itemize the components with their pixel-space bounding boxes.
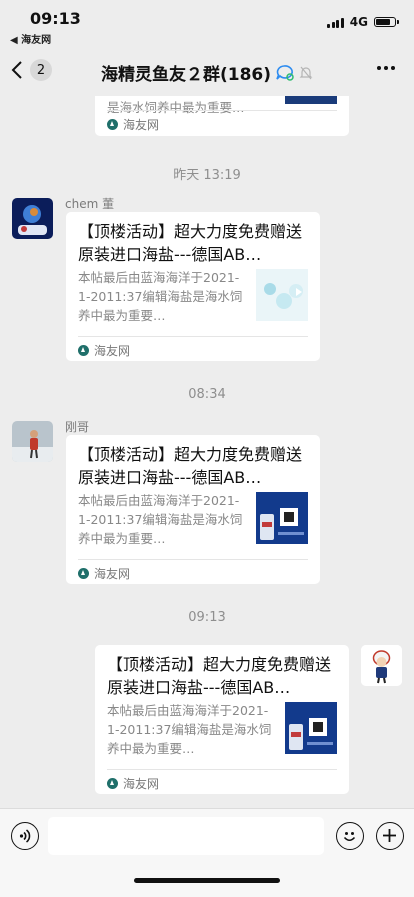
card-source: 海友网 (78, 565, 130, 582)
timestamp: 昨天 13:19 (173, 168, 241, 183)
input-bar (0, 808, 414, 897)
avatar-image (12, 421, 53, 462)
chat-bubble-icon (276, 64, 294, 81)
sender-name: chem 董 (65, 197, 115, 211)
timestamp: 08:34 (188, 387, 226, 402)
timestamp: 09:13 (188, 610, 226, 625)
emoji-button[interactable] (336, 822, 364, 850)
status-time: 09:13 (30, 9, 81, 28)
avatar[interactable] (12, 421, 53, 462)
status-icons: 4G (327, 15, 399, 29)
avatar-image (12, 198, 53, 239)
voice-icon (19, 829, 31, 843)
sender-name: 刚哥 (65, 420, 90, 434)
message-card[interactable]: 【顶楼活动】超大力度免费赠送原装进口海盐---德国AB… 本帖最后由蓝海海洋于2… (66, 435, 320, 584)
card-source-name: 海友网 (94, 344, 131, 358)
status-bar: 09:13 ◀ 海友网 4G (0, 0, 414, 46)
source-logo-icon (107, 778, 118, 789)
card-source: 海友网 (107, 775, 159, 792)
card-divider (78, 559, 308, 560)
card-divider (107, 110, 337, 111)
chat-title: 海精灵鱼友２群(186) (100, 65, 272, 85)
card-divider (78, 336, 308, 337)
card-source: 海友网 (107, 116, 159, 133)
chat-message-list[interactable]: 是海水饲养中最为重要… 海友网 昨天 13:19 chem 董 【顶楼活动】超大… (0, 96, 414, 808)
card-thumbnail (256, 269, 308, 321)
source-logo-icon (107, 119, 118, 130)
message-card[interactable]: 是海水饲养中最为重要… 海友网 (95, 96, 349, 136)
avatar[interactable] (12, 198, 53, 239)
card-description: 本帖最后由蓝海海洋于2021-1-2011:37编辑海盐是海水饲养中最为重要… (78, 493, 243, 546)
smiley-icon (343, 832, 356, 842)
card-source-name: 海友网 (123, 118, 160, 132)
voice-input-button[interactable] (11, 822, 39, 850)
nav-bar: 2 海精灵鱼友２群(186) (0, 44, 414, 96)
battery-icon (374, 17, 399, 27)
more-options-button[interactable] (374, 56, 398, 80)
message-card[interactable]: 【顶楼活动】超大力度免费赠送原装进口海盐---德国AB… 本帖最后由蓝海海洋于2… (66, 212, 320, 361)
card-thumbnail (285, 96, 337, 104)
card-title: 【顶楼活动】超大力度免费赠送原装进口海盐---德国AB… (107, 655, 332, 697)
source-logo-icon (78, 568, 89, 579)
mute-bell-icon (299, 66, 313, 79)
card-source-name: 海友网 (123, 777, 160, 791)
signal-icon (327, 17, 344, 28)
card-divider (107, 769, 337, 770)
card-description: 本帖最后由蓝海海洋于2021-1-2011:37编辑海盐是海水饲养中最为重要… (78, 270, 243, 323)
card-thumbnail (256, 492, 308, 544)
message-input[interactable] (48, 817, 324, 855)
card-source: 海友网 (78, 342, 130, 359)
card-title: 【顶楼活动】超大力度免费赠送原装进口海盐---德国AB… (78, 222, 303, 264)
chat-title-area: 海精灵鱼友２群(186) (0, 60, 414, 85)
more-actions-button[interactable] (376, 822, 404, 850)
card-title: 【顶楼活动】超大力度免费赠送原装进口海盐---德国AB… (78, 445, 303, 487)
card-thumbnail (285, 702, 337, 754)
card-description: 是海水饲养中最为重要… (107, 100, 245, 115)
card-source-name: 海友网 (94, 567, 131, 581)
network-type: 4G (349, 15, 368, 29)
source-logo-icon (78, 345, 89, 356)
avatar-image (361, 645, 402, 686)
message-card[interactable]: 【顶楼活动】超大力度免费赠送原装进口海盐---德国AB… 本帖最后由蓝海海洋于2… (95, 645, 349, 794)
home-indicator[interactable] (134, 878, 280, 883)
plus-icon (383, 829, 396, 842)
self-avatar[interactable] (361, 645, 402, 686)
card-description: 本帖最后由蓝海海洋于2021-1-2011:37编辑海盐是海水饲养中最为重要… (107, 703, 272, 756)
